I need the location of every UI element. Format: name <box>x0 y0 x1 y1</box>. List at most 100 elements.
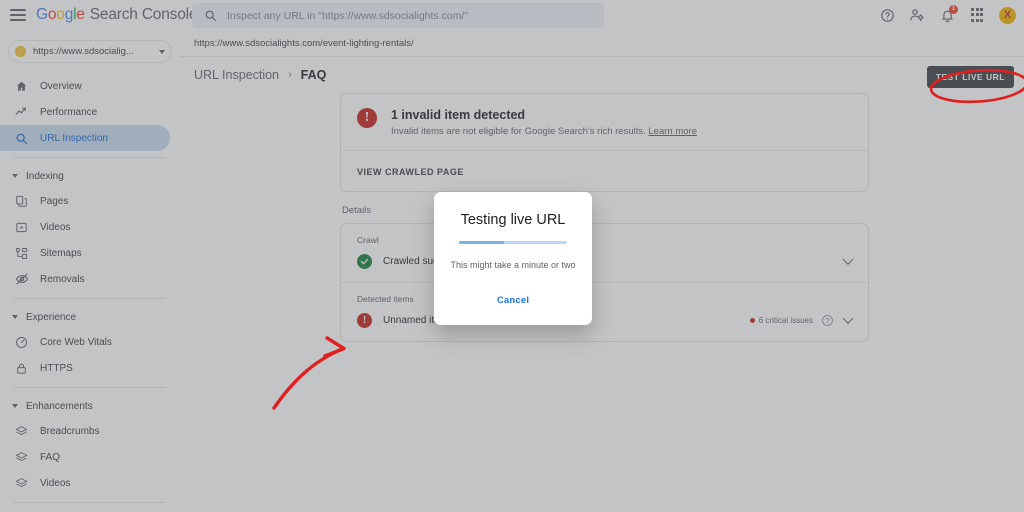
details-card: Crawl Crawled successfully Detected item… <box>340 223 869 342</box>
sidebar-item-core-web-vitals[interactable]: Core Web Vitals <box>0 329 170 355</box>
logo-letter-g2: g <box>64 6 74 23</box>
page-scrollbar[interactable] <box>1018 30 1024 512</box>
bell-icon[interactable]: 1 <box>939 5 958 23</box>
sidebar-divider <box>14 157 166 158</box>
trending-up-icon <box>14 105 29 120</box>
chevron-down-icon <box>159 49 165 54</box>
crawl-block: Crawl Crawled successfully <box>341 224 868 282</box>
help-circle-icon[interactable] <box>879 7 895 23</box>
google-apps-grid-icon[interactable] <box>969 7 985 23</box>
sidebar-item-performance[interactable]: Performance <box>0 99 170 125</box>
url-inspection-search-bar[interactable]: Inspect any URL in "https://www.sdsocial… <box>192 3 604 28</box>
sidebar-item-label: Performance <box>40 106 98 118</box>
lock-icon <box>14 361 29 376</box>
search-icon <box>204 9 217 22</box>
property-selector-label: https://www.sdsocialig... <box>33 46 134 57</box>
progress-bar <box>459 241 567 244</box>
sidebar-item-faq[interactable]: FAQ <box>0 444 170 470</box>
sidebar-item-label: FAQ <box>40 451 61 463</box>
video-icon <box>14 220 29 235</box>
sidebar-item-videos-indexing[interactable]: Videos <box>0 214 170 240</box>
sidebar-item-label: Overview <box>40 80 82 92</box>
status-card-header: ! 1 invalid item detected Invalid items … <box>341 94 868 150</box>
sidebar-group-indexing[interactable]: Indexing <box>0 164 180 188</box>
test-live-url-button[interactable]: TEST LIVE URL <box>926 66 1014 88</box>
sidebar-item-url-inspection[interactable]: URL Inspection <box>0 125 170 151</box>
sidebar-item-label: HTTPS <box>40 362 73 374</box>
chevron-down-icon[interactable] <box>842 312 854 324</box>
critical-issues-count: 6 critical issues <box>758 316 813 325</box>
sidebar-item-label: Pages <box>40 195 69 207</box>
detected-items-block: Detected items ! Unnamed item 6 critical… <box>341 283 868 341</box>
sidebar-item-label: Videos <box>40 477 71 489</box>
view-crawled-page-action[interactable]: VIEW CRAWLED PAGE <box>341 151 868 191</box>
inspected-url-text: https://www.sdsocialights.com/event-ligh… <box>194 37 414 49</box>
inspection-results-column: ! 1 invalid item detected Invalid items … <box>180 93 1024 342</box>
google-search-console-logo: Google Search Console <box>36 6 197 24</box>
sidebar-item-https[interactable]: HTTPS <box>0 355 170 381</box>
sidebar-item-videos-enhancements[interactable]: Videos <box>0 470 170 496</box>
unnamed-item-row[interactable]: ! Unnamed item 6 critical issues ? <box>357 312 854 328</box>
cancel-button[interactable]: Cancel <box>497 295 529 306</box>
chevron-down-icon <box>12 315 18 319</box>
browser-viewport: Google Search Console Inspect any URL in… <box>0 0 1024 512</box>
dialog-message: This might take a minute or two <box>450 259 576 270</box>
sidebar-item-label: Removals <box>40 273 85 285</box>
manage-users-icon[interactable] <box>909 7 925 23</box>
sidebar-item-sitemaps[interactable]: Sitemaps <box>0 240 170 266</box>
error-exclamation-icon: ! <box>357 313 372 328</box>
view-crawled-page-label: VIEW CRAWLED PAGE <box>357 167 464 177</box>
top-bar-icon-group: 1 X <box>879 0 1016 30</box>
success-check-icon <box>357 254 372 269</box>
sidebar-group-experience[interactable]: Experience <box>0 305 180 329</box>
sitemap-icon <box>14 246 29 261</box>
crawl-row[interactable]: Crawled successfully <box>357 253 854 269</box>
detected-items-label: Detected items <box>357 294 414 304</box>
sidebar-item-label: Breadcrumbs <box>40 425 100 437</box>
sidebar-item-label: Videos <box>40 221 71 233</box>
avatar[interactable]: X <box>999 6 1016 24</box>
search-input-placeholder[interactable]: Inspect any URL in "https://www.sdsocial… <box>227 10 468 22</box>
dialog-title: Testing live URL <box>460 212 566 228</box>
eye-off-icon <box>14 272 29 287</box>
help-circle-icon[interactable]: ? <box>822 315 833 326</box>
sidebar-divider <box>14 387 166 388</box>
product-name: Search Console <box>89 6 198 23</box>
sidebar-divider <box>14 502 166 503</box>
sidebar-group-enhancements[interactable]: Enhancements <box>0 394 180 418</box>
notification-count-badge: 1 <box>949 5 958 14</box>
sidebar-divider <box>14 298 166 299</box>
sidebar-item-overview[interactable]: Overview <box>0 73 170 99</box>
sidebar-item-label: Core Web Vitals <box>40 336 112 348</box>
layers-icon <box>14 424 29 439</box>
hamburger-menu-icon[interactable] <box>10 9 26 21</box>
sidebar-group-label: Experience <box>26 311 77 323</box>
chevron-down-icon <box>12 174 18 178</box>
status-badge: 6 critical issues <box>749 316 813 325</box>
left-navigation-sidebar: https://www.sdsocialig... Overview Perfo… <box>0 30 180 512</box>
details-section-label: Details <box>342 205 372 216</box>
breadcrumb-url-inspection[interactable]: URL Inspection <box>194 68 279 82</box>
sidebar-item-pages[interactable]: Pages <box>0 188 170 214</box>
sidebar-item-breadcrumbs[interactable]: Breadcrumbs <box>0 418 170 444</box>
breadcrumb-current-faq: FAQ <box>300 68 327 82</box>
top-app-bar: Google Search Console Inspect any URL in… <box>0 0 1024 30</box>
status-card-subtitle: Invalid items are not eligible for Googl… <box>391 126 697 137</box>
logo-letter-o1: o <box>47 6 57 23</box>
site-favicon <box>15 46 26 57</box>
logo-letter-g: G <box>36 6 48 23</box>
chevron-down-icon <box>12 404 18 408</box>
invalid-items-status-card: ! 1 invalid item detected Invalid items … <box>340 93 869 192</box>
progress-bar-fill <box>459 241 505 244</box>
learn-more-link[interactable]: Learn more <box>648 126 697 137</box>
sidebar-item-label: URL Inspection <box>40 132 108 144</box>
chevron-down-icon[interactable] <box>842 253 854 265</box>
inspected-url-bar: https://www.sdsocialights.com/event-ligh… <box>180 30 1024 57</box>
status-card-title: 1 invalid item detected <box>391 108 526 122</box>
search-icon <box>14 131 29 146</box>
sidebar-item-removals[interactable]: Removals <box>0 266 170 292</box>
breadcrumb: URL Inspection › FAQ TEST LIVE URL <box>180 57 1024 93</box>
breadcrumb-separator-icon: › <box>288 69 292 81</box>
property-selector-dropdown[interactable]: https://www.sdsocialig... <box>8 40 172 63</box>
pages-icon <box>14 194 29 209</box>
